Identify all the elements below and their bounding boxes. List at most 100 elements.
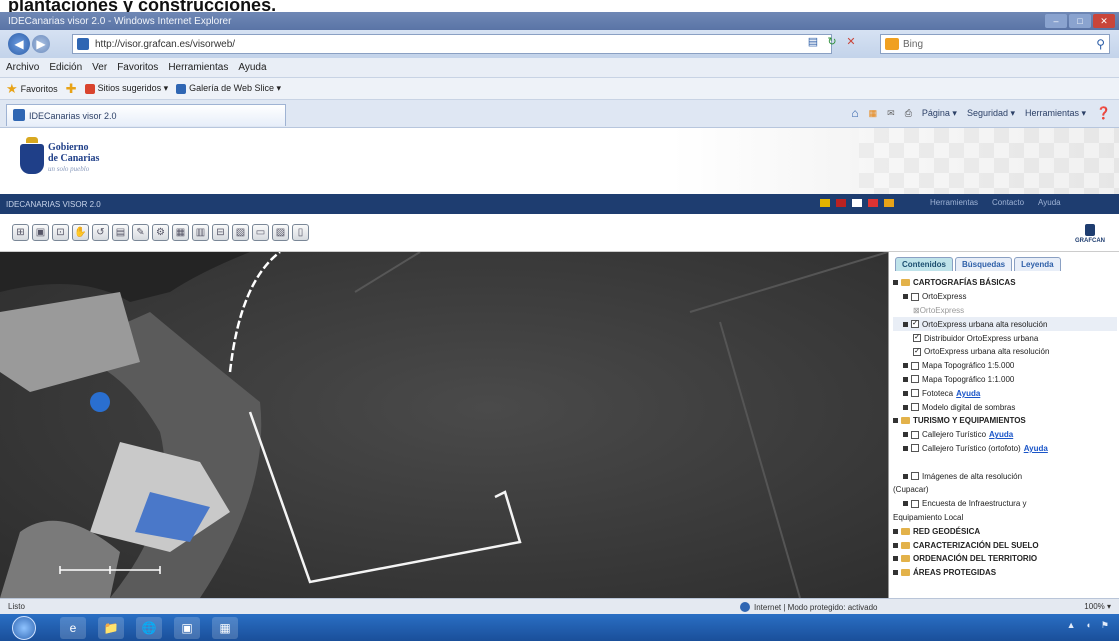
previous-view-tool-icon[interactable]: ↺ bbox=[92, 224, 109, 241]
zoom-extent-tool-icon[interactable]: ⊞ bbox=[12, 224, 29, 241]
address-bar[interactable]: http://visor.grafcan.es/visorweb/ bbox=[72, 34, 832, 54]
layer-checkbox[interactable]: ✓ bbox=[911, 320, 919, 329]
expand-icon[interactable] bbox=[893, 418, 898, 424]
app-link-herramientas[interactable]: Herramientas bbox=[930, 198, 978, 207]
web-slice-gallery-link[interactable]: Galería de Web Slice ▾ bbox=[176, 83, 281, 94]
layer-tree-item[interactable]: ÁREAS PROTEGIDAS bbox=[893, 566, 1117, 580]
feeds-icon[interactable]: ▦ bbox=[869, 108, 878, 119]
layer-tree-item[interactable]: TURISMO Y EQUIPAMIENTOS bbox=[893, 414, 1117, 428]
layer-checkbox[interactable] bbox=[911, 472, 919, 481]
expand-icon[interactable] bbox=[893, 556, 898, 562]
zoom-out-tool-icon[interactable]: ⊡ bbox=[52, 224, 69, 241]
layer-tree-item[interactable]: ORDENACIÓN DEL TERRITORIO bbox=[893, 552, 1117, 566]
menu-ayuda[interactable]: Ayuda bbox=[238, 62, 266, 73]
layer-checkbox[interactable] bbox=[911, 361, 919, 370]
expand-icon[interactable] bbox=[903, 363, 908, 369]
expand-icon[interactable] bbox=[903, 376, 908, 382]
draw-tool-icon[interactable]: ✎ bbox=[132, 224, 149, 241]
grafcan-logo[interactable]: GRAFCAN bbox=[1075, 224, 1105, 244]
forward-button[interactable]: ▶ bbox=[32, 35, 50, 53]
layer-tree-item[interactable]: CARACTERIZACIÓN DEL SUELO bbox=[893, 538, 1117, 552]
expand-icon[interactable] bbox=[903, 432, 908, 438]
page-menu[interactable]: Página ▾ bbox=[922, 108, 957, 119]
refresh-icon[interactable]: ↻ bbox=[824, 34, 840, 50]
expand-icon[interactable] bbox=[893, 570, 898, 576]
menu-edicion[interactable]: Edición bbox=[49, 62, 82, 73]
layer-tree-item[interactable]: Modelo digital de sombras bbox=[893, 400, 1117, 414]
expand-icon[interactable] bbox=[903, 473, 908, 479]
explorer-taskbar-icon[interactable]: 📁 bbox=[98, 617, 124, 639]
menu-ver[interactable]: Ver bbox=[92, 62, 107, 73]
layer-checkbox[interactable] bbox=[911, 430, 919, 439]
favorites-button[interactable]: ★ Favoritos bbox=[6, 81, 58, 97]
layer-tree-item[interactable]: RED GEODÉSICA bbox=[893, 524, 1117, 538]
flag-it-icon[interactable] bbox=[884, 199, 894, 207]
layer-tree-item[interactable]: CARTOGRAFÍAS BÁSICAS bbox=[893, 276, 1117, 290]
expand-icon[interactable] bbox=[893, 280, 898, 286]
flag-de-icon[interactable] bbox=[852, 199, 862, 207]
pan-tool-icon[interactable]: ✋ bbox=[72, 224, 89, 241]
browser-taskbar-icon[interactable]: 🌐 bbox=[136, 617, 162, 639]
app-link-ayuda[interactable]: Ayuda bbox=[1038, 198, 1061, 207]
menu-herramientas[interactable]: Herramientas bbox=[168, 62, 228, 73]
layer-tree-item[interactable]: Mapa Topográfico 1:1.000 bbox=[893, 373, 1117, 387]
ie-taskbar-icon[interactable]: e bbox=[60, 617, 86, 639]
layer-checkbox[interactable] bbox=[911, 375, 919, 384]
expand-icon[interactable] bbox=[893, 528, 898, 534]
expand-icon[interactable] bbox=[903, 445, 908, 451]
flag-es-icon[interactable] bbox=[820, 199, 830, 207]
layer-tree-item[interactable]: Equipamiento Local bbox=[893, 511, 1117, 525]
flag-fr-icon[interactable] bbox=[868, 199, 878, 207]
expand-icon[interactable] bbox=[903, 321, 908, 327]
layers-tool-icon[interactable]: ▤ bbox=[112, 224, 129, 241]
layer-checkbox[interactable] bbox=[911, 389, 919, 398]
measure-tool-icon[interactable]: ▥ bbox=[192, 224, 209, 241]
volume-icon[interactable]: ◖ bbox=[1085, 620, 1090, 631]
back-button[interactable]: ◀ bbox=[8, 33, 30, 55]
layer-tree-item[interactable]: (Cupacar) bbox=[893, 483, 1117, 497]
close-button[interactable]: ✕ bbox=[1093, 14, 1115, 28]
settings-tool-icon[interactable]: ⚙ bbox=[152, 224, 169, 241]
home-icon[interactable]: ⌂ bbox=[851, 106, 858, 120]
minimize-button[interactable]: – bbox=[1045, 14, 1067, 28]
expand-icon[interactable] bbox=[903, 390, 908, 396]
layer-tree-item[interactable]: ✓ OrtoExpress urbana alta resolución bbox=[893, 317, 1117, 332]
mail-icon[interactable]: ✉ bbox=[887, 108, 895, 119]
export-tool-icon[interactable]: ▭ bbox=[252, 224, 269, 241]
tab-leyenda[interactable]: Leyenda bbox=[1014, 257, 1061, 271]
compatibility-icon[interactable]: ▤ bbox=[805, 34, 821, 50]
expand-icon[interactable] bbox=[903, 294, 908, 300]
menu-favoritos[interactable]: Favoritos bbox=[117, 62, 158, 73]
app-taskbar-icon[interactable]: ▣ bbox=[174, 617, 200, 639]
map-viewport[interactable] bbox=[0, 252, 888, 598]
print-icon[interactable]: ⎙ bbox=[905, 108, 912, 119]
suggested-sites-link[interactable]: Sitios sugeridos ▾ bbox=[84, 83, 168, 94]
layer-tree-item[interactable]: ⊠ OrtoExpress bbox=[893, 304, 1117, 318]
tools-menu[interactable]: Herramientas ▾ bbox=[1025, 108, 1086, 119]
layer-tree-item[interactable] bbox=[893, 455, 1117, 469]
tab-busquedas[interactable]: Búsquedas bbox=[955, 257, 1013, 271]
layer-tree-item[interactable]: ✓ Distribuidor OrtoExpress urbana bbox=[893, 331, 1117, 345]
layer-checkbox[interactable] bbox=[911, 292, 919, 301]
layer-help-link[interactable]: Ayuda bbox=[956, 389, 980, 398]
menu-archivo[interactable]: Archivo bbox=[6, 62, 39, 73]
expand-icon[interactable] bbox=[893, 542, 898, 548]
layer-checkbox[interactable]: ✓ bbox=[913, 347, 921, 356]
layer-tree-item[interactable]: ✓ OrtoExpress urbana alta resolución bbox=[893, 345, 1117, 359]
zoom-level[interactable]: 100% ▾ bbox=[1084, 602, 1111, 611]
link-tool-icon[interactable]: ▨ bbox=[272, 224, 289, 241]
search-box[interactable]: Bing ⚲ bbox=[880, 34, 1110, 54]
flag-tray-icon[interactable]: ⚑ bbox=[1101, 620, 1109, 631]
layer-tree-item[interactable]: OrtoExpress bbox=[893, 290, 1117, 304]
flag-uk-icon[interactable] bbox=[836, 199, 846, 207]
network-icon[interactable]: ▲ bbox=[1067, 620, 1076, 631]
gobierno-logo[interactable]: Gobierno de Canarias un solo pueblo bbox=[20, 136, 99, 175]
window-taskbar-icon[interactable]: ▦ bbox=[212, 617, 238, 639]
add-favorite-button[interactable]: ✚ bbox=[66, 81, 77, 97]
browser-tab[interactable]: IDECanarias visor 2.0 bbox=[6, 104, 286, 126]
layer-checkbox[interactable] bbox=[911, 444, 919, 453]
layer-checkbox[interactable]: ✓ bbox=[913, 334, 921, 343]
security-zone[interactable]: Internet | Modo protegido: activado bbox=[740, 602, 878, 612]
area-tool-icon[interactable]: ⊟ bbox=[212, 224, 229, 241]
info-tool-icon[interactable]: ▧ bbox=[232, 224, 249, 241]
